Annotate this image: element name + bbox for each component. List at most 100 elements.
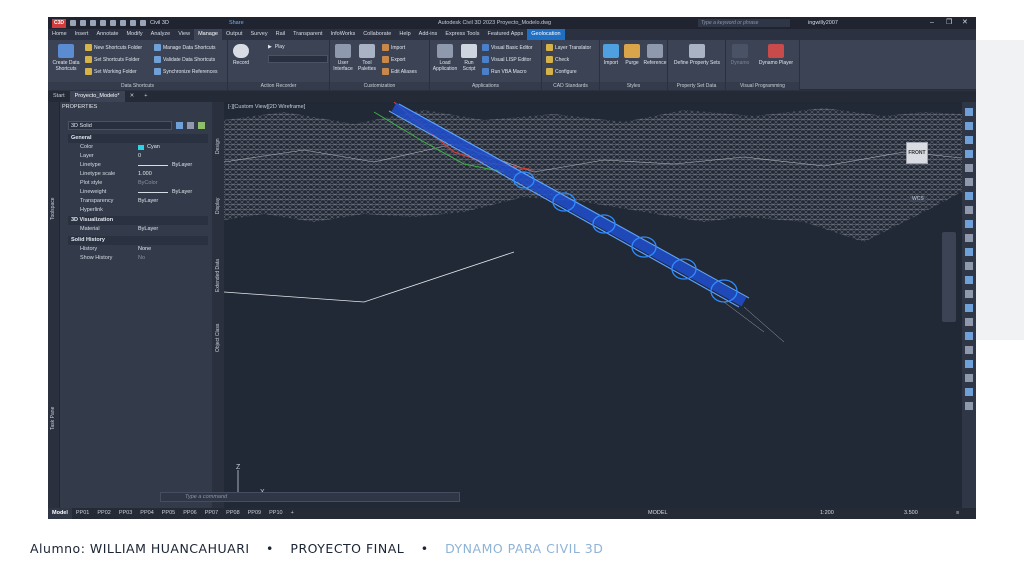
prop-row[interactable]: Material ByLayer — [68, 225, 208, 234]
select-objects-icon[interactable] — [187, 122, 194, 129]
configure-standards-button[interactable]: Configure — [546, 68, 577, 75]
print-icon[interactable] — [120, 20, 126, 26]
record-button[interactable]: Record — [230, 44, 252, 66]
tool-icon[interactable] — [965, 374, 973, 382]
prop-row[interactable]: Color Cyan — [68, 143, 208, 152]
check-standards-button[interactable]: Check — [546, 56, 569, 63]
tab-help[interactable]: Help — [395, 29, 414, 40]
section-general[interactable]: General — [68, 134, 208, 143]
precision-value[interactable]: 3.500 — [904, 508, 918, 519]
workspace-switcher[interactable]: Civil 3D — [150, 20, 169, 26]
layout-tab[interactable]: PP03 — [115, 508, 136, 519]
set-working-folder-button[interactable]: Set Working Folder — [85, 68, 137, 75]
tool-icon[interactable] — [965, 206, 973, 214]
tab-annotate[interactable]: Annotate — [92, 29, 122, 40]
layout-tab[interactable]: PP05 — [158, 508, 179, 519]
tool-icon[interactable] — [965, 346, 973, 354]
section-solid-history[interactable]: Solid History — [68, 236, 208, 245]
import-button[interactable]: Import — [382, 44, 405, 51]
prop-row[interactable]: Lineweight ByLayer — [68, 188, 208, 197]
prop-row[interactable]: History None — [68, 245, 208, 254]
tab-object-class[interactable]: Object Class — [215, 324, 221, 352]
viewport-controls[interactable]: [-][Custom View][2D Wireframe] — [228, 104, 305, 110]
prop-row[interactable]: Transparency ByLayer — [68, 197, 208, 206]
toggle-pickadd-icon[interactable] — [176, 122, 183, 129]
reference-button[interactable]: Reference — [642, 44, 668, 66]
styles-import-button[interactable]: Import — [600, 44, 622, 66]
tab-featured-apps[interactable]: Featured Apps — [483, 29, 527, 40]
quick-select-icon[interactable] — [198, 122, 205, 129]
visual-lisp-editor-button[interactable]: Visual LISP Editor — [482, 56, 531, 63]
tool-icon[interactable] — [965, 136, 973, 144]
task-pane-tab[interactable]: Task Pane — [50, 407, 56, 430]
prop-row[interactable]: Linetype ByLayer — [68, 161, 208, 170]
tool-icon[interactable] — [965, 388, 973, 396]
create-data-shortcuts-button[interactable]: Create Data Shortcuts — [50, 44, 82, 72]
tab-survey[interactable]: Survey — [246, 29, 271, 40]
run-vba-macro-button[interactable]: Run VBA Macro — [482, 68, 527, 75]
tab-design[interactable]: Design — [215, 138, 221, 154]
tool-icon[interactable] — [965, 332, 973, 340]
tool-icon[interactable] — [965, 290, 973, 298]
new-shortcuts-folder-button[interactable]: New Shortcuts Folder — [85, 44, 142, 51]
dynamo-player-button[interactable]: Dynamo Player — [754, 44, 798, 66]
play-button[interactable]: ▶ Play — [268, 44, 285, 50]
share-button[interactable]: Share — [229, 20, 244, 26]
export-button[interactable]: Export — [382, 56, 405, 63]
close-icon[interactable]: ✕ — [962, 19, 969, 26]
open-file-icon[interactable] — [80, 20, 86, 26]
tab-manage[interactable]: Manage — [194, 29, 222, 40]
tab-transparent[interactable]: Transparent — [289, 29, 326, 40]
search-input[interactable]: Type a keyword or phrase — [698, 19, 790, 27]
synchronize-references-button[interactable]: Synchronize References — [154, 68, 217, 75]
tool-icon[interactable] — [965, 150, 973, 158]
add-layout-icon[interactable]: + — [287, 508, 298, 519]
tab-geolocation[interactable]: Geolocation — [527, 29, 565, 40]
layout-tab-model[interactable]: Model — [48, 508, 72, 519]
layout-tab[interactable]: PP01 — [72, 508, 93, 519]
tab-extended-data[interactable]: Extended Data — [215, 259, 221, 292]
load-application-button[interactable]: Load Application — [432, 44, 458, 72]
tab-proyecto-modelo[interactable]: Proyecto_Modelo* — [69, 91, 125, 102]
object-type-select[interactable]: 3D Solid — [68, 121, 172, 130]
tool-icon[interactable] — [965, 164, 973, 172]
close-tab-icon[interactable]: ✕ — [125, 91, 140, 102]
edit-aliases-button[interactable]: Edit Aliases — [382, 68, 417, 75]
tab-express-tools[interactable]: Express Tools — [441, 29, 483, 40]
tab-display[interactable]: Display — [215, 198, 221, 214]
viewcube[interactable]: FRONT — [906, 142, 928, 164]
toolspace-tab[interactable]: Toolspace — [50, 197, 56, 220]
define-property-sets-button[interactable]: Define Property Sets — [670, 44, 724, 66]
save-icon[interactable] — [90, 20, 96, 26]
new-file-icon[interactable] — [70, 20, 76, 26]
set-shortcuts-folder-button[interactable]: Set Shortcuts Folder — [85, 56, 140, 63]
dynamo-button[interactable]: Dynamo — [728, 44, 752, 66]
tab-collaborate[interactable]: Collaborate — [359, 29, 395, 40]
layout-tab[interactable]: PP09 — [244, 508, 265, 519]
tool-icon[interactable] — [965, 234, 973, 242]
prop-row[interactable]: Plot style ByColor — [68, 179, 208, 188]
layout-tab[interactable]: PP07 — [201, 508, 222, 519]
layout-tab[interactable]: PP06 — [179, 508, 200, 519]
validate-data-shortcuts-button[interactable]: Validate Data Shortcuts — [154, 56, 215, 63]
layer-translator-button[interactable]: Layer Translator — [546, 44, 591, 51]
tab-modify[interactable]: Modify — [122, 29, 146, 40]
wcs-menu[interactable]: WCS — [910, 196, 926, 202]
command-input[interactable]: Type a command — [160, 492, 460, 502]
layout-tab[interactable]: PP04 — [136, 508, 157, 519]
prop-row[interactable]: Linetype scale 1.000 — [68, 170, 208, 179]
section-3d-visualization[interactable]: 3D Visualization — [68, 216, 208, 225]
tool-icon[interactable] — [965, 178, 973, 186]
new-tab-icon[interactable]: + — [139, 91, 152, 102]
tab-start[interactable]: Start — [48, 91, 70, 102]
annotation-scale[interactable]: 1:200 — [820, 508, 834, 519]
tab-infoworks[interactable]: InfoWorks — [327, 29, 360, 40]
user-interface-button[interactable]: User Interface — [332, 44, 354, 72]
app-badge[interactable]: C3D — [52, 18, 66, 28]
tool-icon[interactable] — [965, 122, 973, 130]
layout-tab[interactable]: PP02 — [93, 508, 114, 519]
tool-icon[interactable] — [965, 304, 973, 312]
model-space-toggle[interactable]: MODEL — [648, 508, 668, 519]
tool-icon[interactable] — [965, 108, 973, 116]
restore-icon[interactable]: ❐ — [946, 19, 953, 26]
